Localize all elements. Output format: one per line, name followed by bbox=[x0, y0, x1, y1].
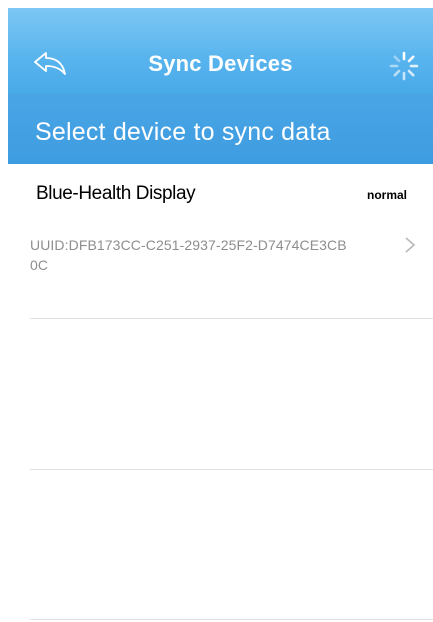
chevron-right-icon bbox=[405, 237, 416, 253]
device-list-item[interactable]: Blue-Health Display normal UUID:DFB173CC… bbox=[8, 168, 433, 318]
device-uuid: UUID:DFB173CC-C251-2937-25F2-D7474CE3CB0… bbox=[30, 237, 347, 273]
device-name: Blue-Health Display bbox=[36, 183, 196, 204]
navigation-bar: Sync Devices bbox=[8, 8, 433, 94]
device-status-label: normal bbox=[366, 188, 407, 202]
instruction-text: Select device to sync data bbox=[35, 118, 331, 146]
loading-spinner-icon bbox=[389, 51, 419, 81]
list-divider bbox=[30, 619, 433, 620]
list-divider bbox=[30, 318, 433, 319]
list-divider bbox=[30, 469, 433, 470]
page-title: Sync Devices bbox=[148, 51, 293, 76]
status-bar-area bbox=[0, 0, 433, 8]
instruction-banner: Select device to sync data bbox=[8, 94, 433, 164]
